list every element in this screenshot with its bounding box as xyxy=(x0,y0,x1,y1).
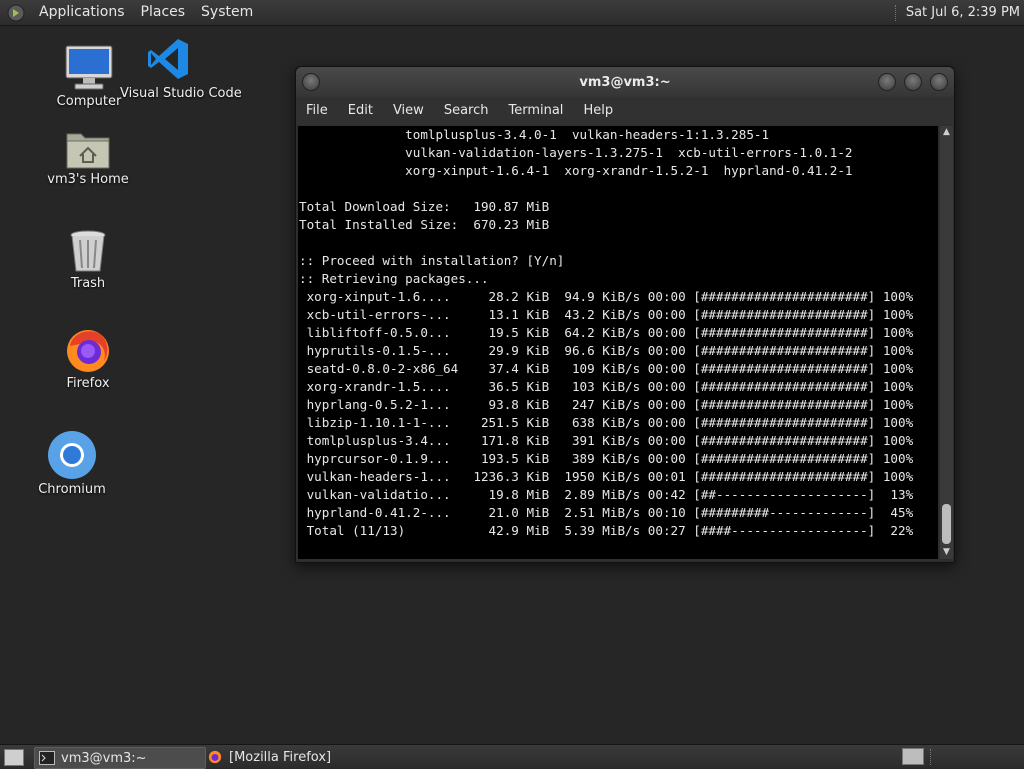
terminal-line: :: Proceed with installation? [Y/n] xyxy=(299,253,565,268)
desktop-icon-label: vm3's Home xyxy=(47,172,129,187)
terminal-window: vm3@vm3:~ File Edit View Search Terminal… xyxy=(295,66,955,563)
vscode-icon xyxy=(148,39,188,79)
terminal-menubar: File Edit View Search Terminal Help xyxy=(296,97,954,125)
home-folder-icon xyxy=(66,133,110,169)
menu-applications[interactable]: Applications xyxy=(31,0,133,25)
terminal-line: :: Retrieving packages... xyxy=(299,271,489,286)
terminal-line: hyprcursor-0.1.9... 193.5 KiB 389 KiB/s … xyxy=(299,451,914,466)
taskbar-item-label: vm3@vm3:~ xyxy=(61,750,147,766)
maximize-button[interactable] xyxy=(904,73,922,91)
terminal-line: hyprlang-0.5.2-1... 93.8 KiB 247 KiB/s 0… xyxy=(299,397,914,412)
taskbar-item-terminal[interactable]: vm3@vm3:~ xyxy=(34,747,206,769)
scrollbar-thumb[interactable] xyxy=(942,504,951,544)
desktop-icon-firefox[interactable]: Firefox xyxy=(40,326,136,391)
desktop-icon-chromium[interactable]: Chromium xyxy=(24,430,120,497)
terminal-line: xorg-xinput-1.6.4-1 xorg-xrandr-1.5.2-1 … xyxy=(299,163,853,178)
desktop-icon-trash[interactable]: Trash xyxy=(40,228,136,291)
terminal-line xyxy=(298,180,938,198)
menu-file[interactable]: File xyxy=(296,97,338,125)
terminal-line: xcb-util-errors-... 13.1 KiB 43.2 KiB/s … xyxy=(299,307,914,322)
distro-logo-icon[interactable] xyxy=(7,4,25,22)
terminal-scrollbar[interactable]: ▲ ▼ xyxy=(940,126,953,559)
menu-search[interactable]: Search xyxy=(434,97,499,125)
scroll-up-arrow-icon[interactable]: ▲ xyxy=(940,126,953,139)
firefox-icon xyxy=(208,750,222,764)
menu-help[interactable]: Help xyxy=(573,97,623,125)
menu-edit[interactable]: Edit xyxy=(338,97,383,125)
window-menu-button[interactable] xyxy=(302,73,320,91)
desktop-icon-label: Chromium xyxy=(38,482,106,497)
terminal-line: Total Installed Size: 670.23 MiB xyxy=(299,217,550,232)
desktop-icon-home[interactable]: vm3's Home xyxy=(40,128,136,187)
trash-icon xyxy=(70,230,106,272)
terminal-line: tomlplusplus-3.4... 171.8 KiB 391 KiB/s … xyxy=(299,433,914,448)
chromium-icon xyxy=(48,431,96,479)
computer-icon xyxy=(65,45,113,90)
window-title: vm3@vm3:~ xyxy=(579,74,671,90)
close-button[interactable] xyxy=(930,73,948,91)
terminal-line: vulkan-headers-1... 1236.3 KiB 1950 KiB/… xyxy=(299,469,914,484)
desktop-icon-vscode[interactable]: Visual Studio Code xyxy=(120,36,242,101)
panel-separator xyxy=(894,4,898,21)
terminal-output[interactable]: tomlplusplus-3.4.0-1 vulkan-headers-1:1.… xyxy=(298,126,938,559)
menu-terminal[interactable]: Terminal xyxy=(498,97,573,125)
bottom-panel: vm3@vm3:~ [Mozilla Firefox] xyxy=(0,744,1024,769)
terminal-line: xorg-xrandr-1.5.... 36.5 KiB 103 KiB/s 0… xyxy=(299,379,914,394)
terminal-line: vulkan-validatio... 19.8 MiB 2.89 MiB/s … xyxy=(299,487,914,502)
terminal-line: Total Download Size: 190.87 MiB xyxy=(299,199,550,214)
terminal-line: xorg-xinput-1.6.... 28.2 KiB 94.9 KiB/s … xyxy=(299,289,914,304)
clock[interactable]: Sat Jul 6, 2:39 PM xyxy=(906,5,1024,20)
desktop-icon-label: Trash xyxy=(70,276,106,291)
terminal-line: hyprland-0.41.2-... 21.0 MiB 2.51 MiB/s … xyxy=(299,505,914,520)
show-desktop-button[interactable] xyxy=(4,749,24,766)
terminal-line: vulkan-validation-layers-1.3.275-1 xcb-u… xyxy=(299,145,853,160)
terminal-line: libliftoff-0.5.0... 19.5 KiB 64.2 KiB/s … xyxy=(299,325,914,340)
top-panel: Applications Places System Sat Jul 6, 2:… xyxy=(0,0,1024,26)
workspace-switcher[interactable] xyxy=(902,748,924,765)
panel-separator xyxy=(930,749,932,765)
scroll-down-arrow-icon[interactable]: ▼ xyxy=(940,546,953,559)
menu-places[interactable]: Places xyxy=(133,0,194,25)
terminal-line: tomlplusplus-3.4.0-1 vulkan-headers-1:1.… xyxy=(299,127,770,142)
terminal-line: Total (11/13) 42.9 MiB 5.39 MiB/s 00:27 … xyxy=(299,523,914,538)
firefox-icon xyxy=(67,330,109,372)
terminal-icon xyxy=(39,751,55,765)
terminal-line: libzip-1.10.1-1-... 251.5 KiB 638 KiB/s … xyxy=(299,415,914,430)
menu-system[interactable]: System xyxy=(193,0,261,25)
taskbar-item-label: [Mozilla Firefox] xyxy=(229,749,332,765)
terminal-line xyxy=(298,234,938,252)
terminal-line: seatd-0.8.0-2-x86_64 37.4 KiB 109 KiB/s … xyxy=(299,361,914,376)
window-titlebar[interactable]: vm3@vm3:~ xyxy=(296,67,954,97)
minimize-button[interactable] xyxy=(878,73,896,91)
menu-view[interactable]: View xyxy=(383,97,434,125)
desktop-icon-label: Firefox xyxy=(66,376,110,391)
terminal-line: hyprutils-0.1.5-... 29.9 KiB 96.6 KiB/s … xyxy=(299,343,914,358)
desktop-icon-label: Visual Studio Code xyxy=(120,86,242,101)
taskbar-item-firefox[interactable]: [Mozilla Firefox] xyxy=(203,747,397,767)
